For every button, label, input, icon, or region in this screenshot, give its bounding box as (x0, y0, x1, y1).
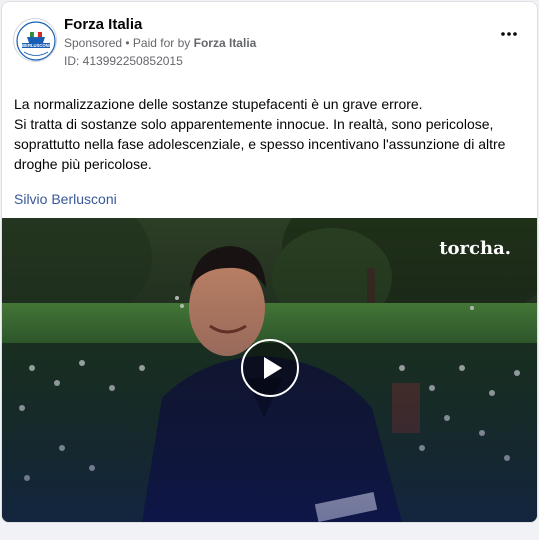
page-name-link[interactable]: Forza Italia (64, 16, 142, 33)
post-text-line-2: Si tratta di sostanze solo apparentement… (14, 116, 506, 172)
play-button[interactable] (241, 339, 299, 397)
video-watermark: torcha. (439, 238, 511, 259)
more-options-button[interactable] (501, 26, 517, 37)
post-text-line-1: La normalizzazione delle sostanze stupef… (14, 96, 423, 112)
paid-for-prefix: • Paid for by (125, 36, 191, 50)
sponsored-label: Sponsored (64, 36, 123, 50)
ad-card: BERLUSCONI Forza Italia Sponsored • Paid… (1, 1, 538, 523)
ad-id: ID: 413992250852015 (64, 54, 183, 68)
avatar[interactable]: BERLUSCONI (13, 18, 57, 62)
ad-header: BERLUSCONI Forza Italia Sponsored • Paid… (2, 2, 537, 82)
signature-text: Silvio Berlusconi (14, 191, 117, 207)
forza-italia-logo-icon: BERLUSCONI (15, 20, 56, 61)
paid-for-by-name: Forza Italia (193, 36, 257, 50)
post-text: La normalizzazione delle sostanze stupef… (14, 94, 524, 174)
logo-text: BERLUSCONI (22, 43, 50, 48)
sponsored-line: Sponsored • Paid for by Forza Italia (64, 36, 256, 50)
video-player[interactable]: torcha. (2, 218, 537, 522)
play-icon (264, 357, 282, 379)
more-horizontal-icon (501, 32, 517, 36)
